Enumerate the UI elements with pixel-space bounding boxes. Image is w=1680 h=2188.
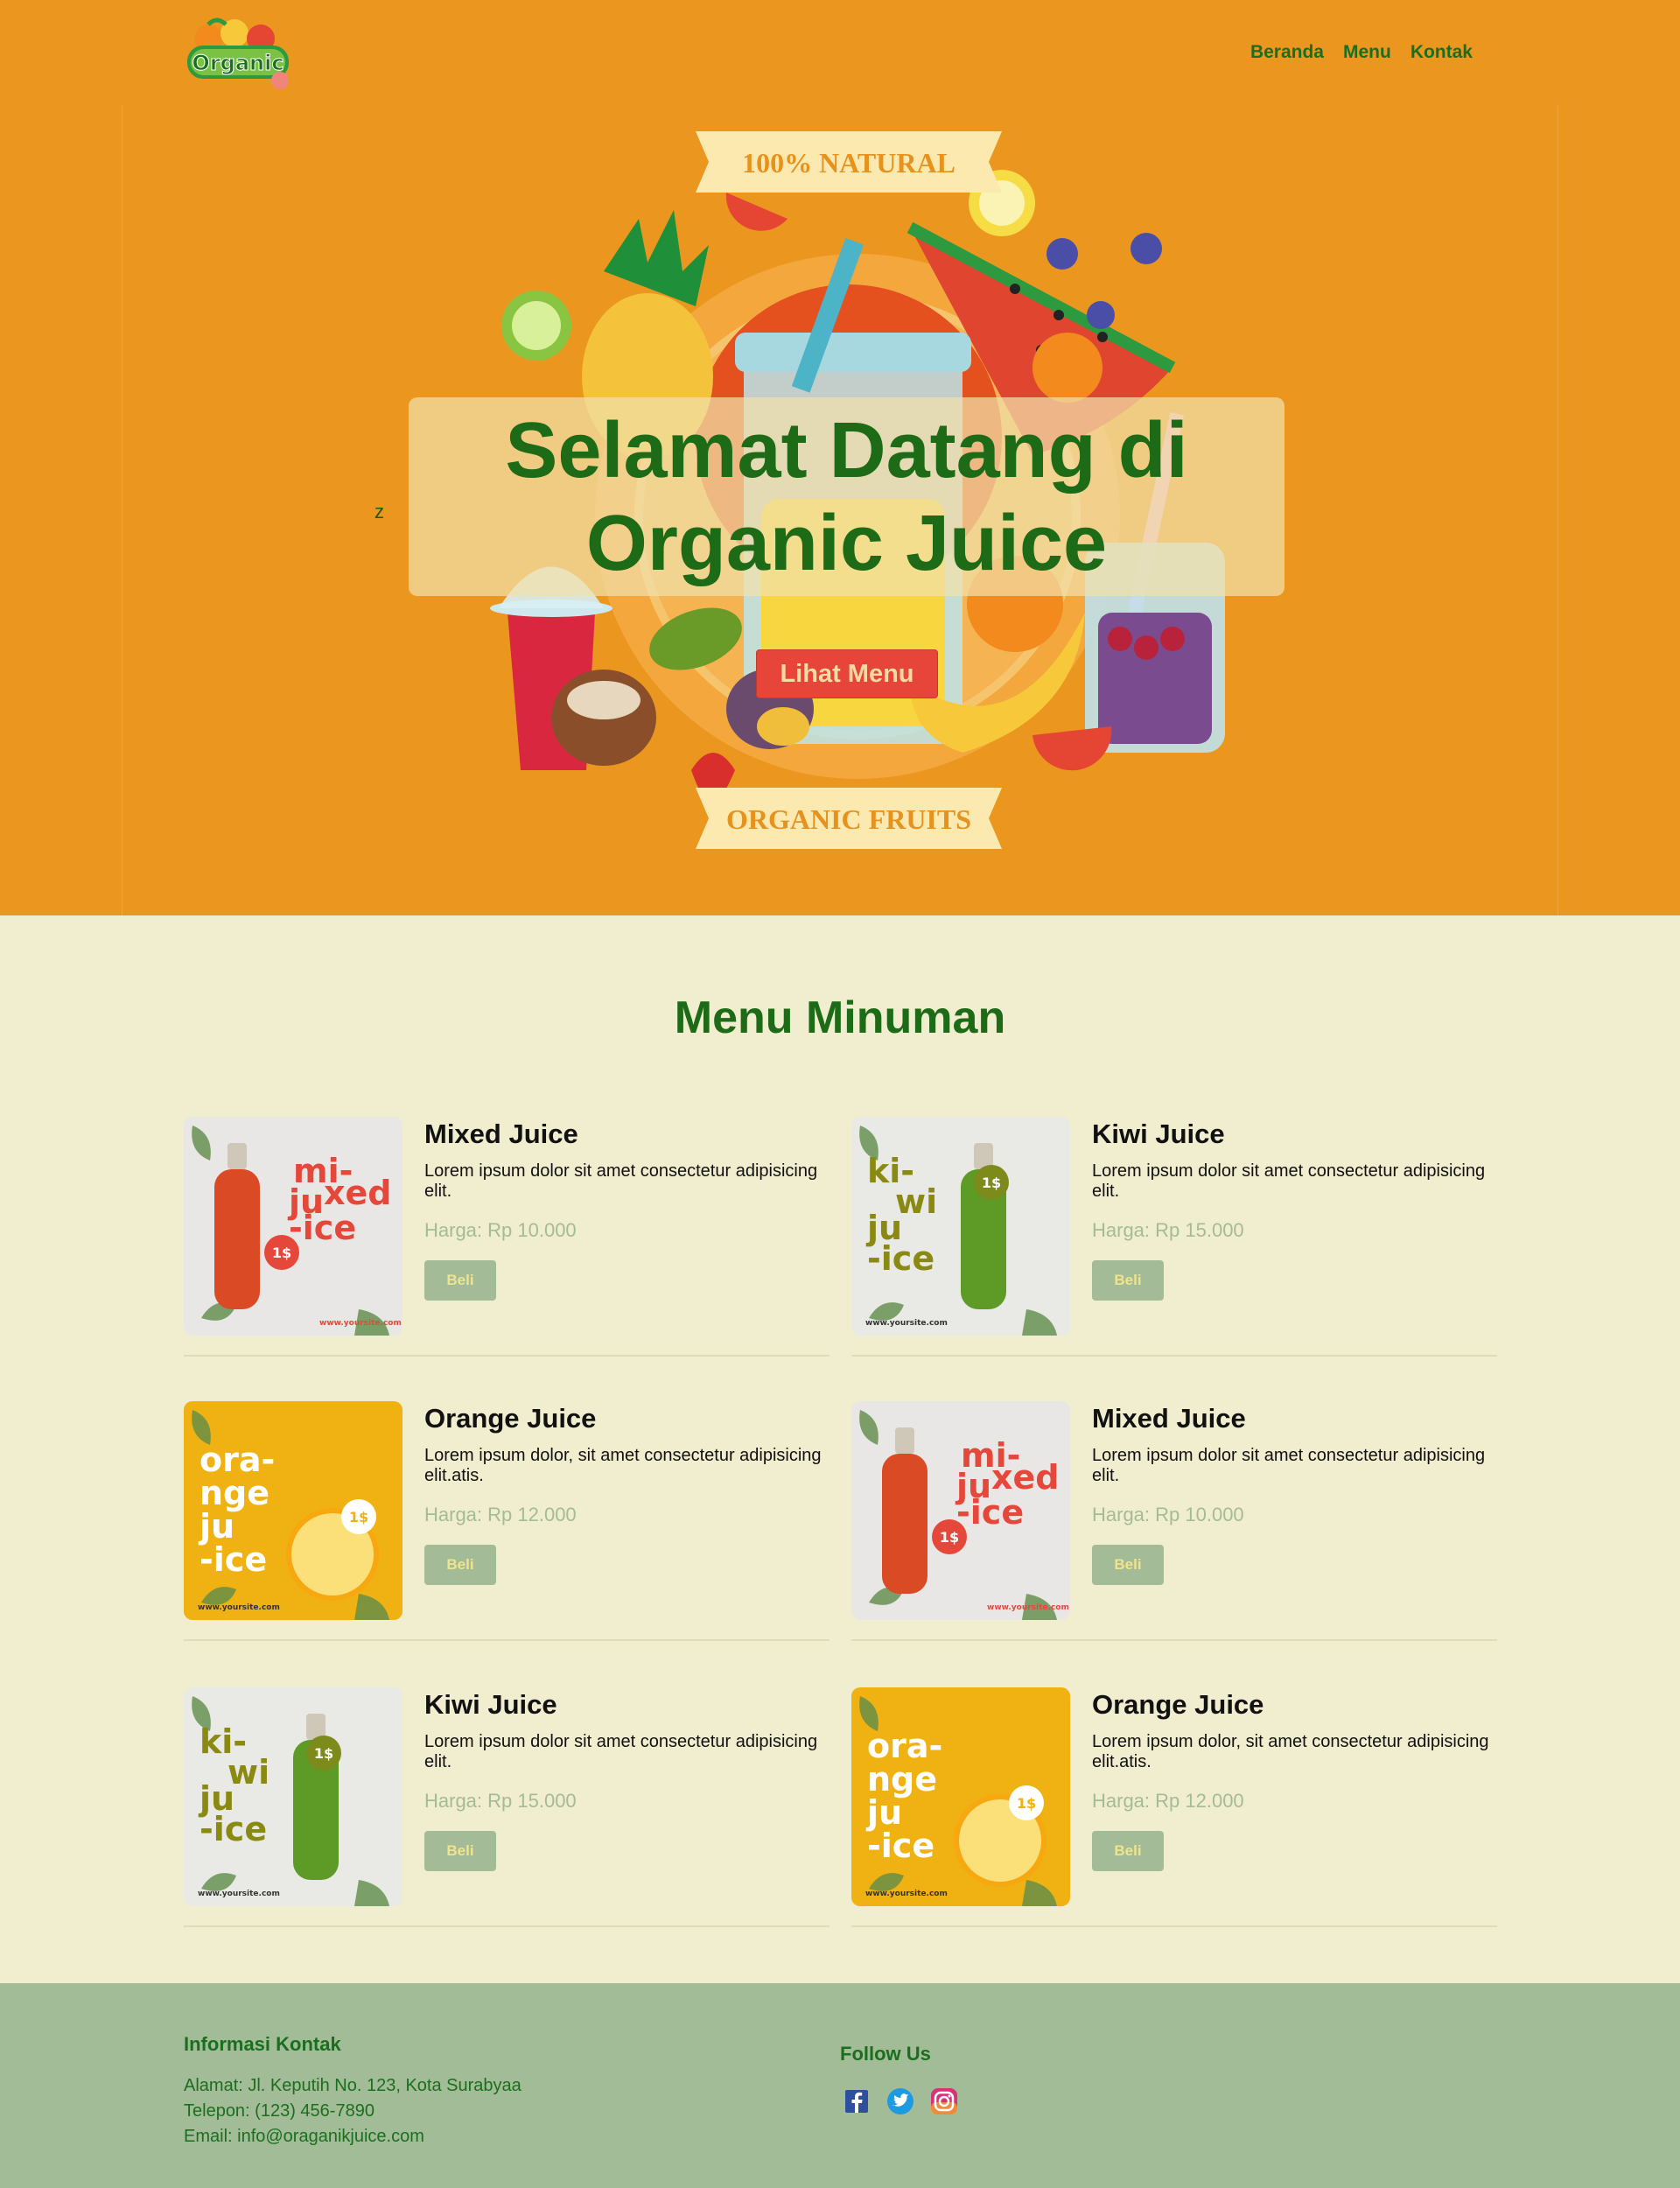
menu-item-name: Kiwi Juice (1092, 1119, 1225, 1149)
menu-item-image: mi-ju xed -ice 1$ www.yoursite.com (184, 1117, 402, 1336)
price-badge: 1$ (272, 1245, 291, 1261)
menu-item-info: Mixed Juice Lorem ipsum dolor sit amet co… (424, 1117, 830, 1301)
menu-item-price: Harga: Rp 10.000 (1092, 1504, 1244, 1525)
menu-item-info: Orange Juice Lorem ipsum dolor, sit amet … (424, 1401, 830, 1585)
menu-item-price: Harga: Rp 15.000 (1092, 1219, 1244, 1241)
menu-item-name: Kiwi Juice (424, 1689, 557, 1720)
beli-button[interactable]: Beli (424, 1545, 496, 1585)
menu-card: ora-nge ju -ice 1$ www.yoursite.com Orange Ju… (184, 1401, 830, 1641)
beli-button[interactable]: Beli (1092, 1260, 1164, 1301)
price-badge: 1$ (314, 1745, 333, 1762)
beli-button[interactable]: Beli (1092, 1545, 1164, 1585)
thumb-line-4: -ice (956, 1493, 1024, 1532)
beli-button[interactable]: Beli (424, 1260, 496, 1301)
thumb-line-4: -ice (867, 1827, 934, 1865)
menu-item-price: Harga: Rp 10.000 (424, 1219, 577, 1241)
menu-item-desc: Lorem ipsum dolor, sit amet consectetur … (1092, 1732, 1489, 1771)
menu-item-desc: Lorem ipsum dolor sit amet consectetur a… (1092, 1161, 1486, 1201)
menu-item-price: Harga: Rp 15.000 (424, 1790, 577, 1812)
twitter-icon[interactable] (884, 2085, 917, 2118)
social-links (840, 2085, 961, 2118)
beli-button[interactable]: Beli (424, 1831, 496, 1871)
thumb-site: www.yoursite.com (987, 1603, 1069, 1612)
menu-section-title: Menu Minuman (674, 992, 1006, 1043)
menu-item-image: ki-wi ju -ice 1$ www.yoursite.com (851, 1117, 1070, 1336)
menu-item-info: Kiwi Juice Lorem ipsum dolor sit amet con… (1092, 1117, 1497, 1301)
menu-item-image: ki-wi ju -ice 1$ www.yoursite.com (184, 1687, 402, 1906)
thumb-site: www.yoursite.com (198, 1890, 280, 1898)
footer: Informasi Kontak Alamat: Jl. Keputih No.… (0, 1983, 1680, 2188)
menu-item-name: Orange Juice (1092, 1689, 1264, 1720)
logo-text: Organic (192, 51, 284, 75)
hero-title: Selamat Datang di Organic Juice (505, 406, 1188, 587)
price-badge: 1$ (349, 1509, 368, 1525)
menu-item-desc: Lorem ipsum dolor, sit amet consectetur … (424, 1446, 822, 1485)
hero-section: 100% NATURAL ORGANIC FRUITS Organic Bera… (0, 0, 1680, 915)
banner-bottom-text: ORGANIC FRUITS (726, 803, 971, 835)
menu-item-desc: Lorem ipsum dolor sit amet consectetur a… (1092, 1446, 1486, 1485)
price-badge: 1$ (1017, 1795, 1036, 1812)
main-nav: Beranda Menu Kontak (1250, 42, 1473, 63)
menu-card: ora-nge ju -ice 1$ www.yoursite.com Orange Ju… (851, 1687, 1497, 1927)
menu-item-price: Harga: Rp 12.000 (1092, 1790, 1244, 1812)
menu-card: mi-ju xed -ice 1$ www.yoursite.com Mixed Juic… (184, 1117, 830, 1357)
thumb-site: www.yoursite.com (865, 1890, 948, 1898)
stray-character: z (374, 501, 384, 522)
navbar: Organic Beranda Menu Kontak (0, 0, 1680, 96)
thumb-line-4: -ice (867, 1239, 934, 1278)
menu-item-name: Mixed Juice (1092, 1403, 1246, 1434)
menu-item-image: mi-ju xed -ice 1$ www.yoursite.com (851, 1401, 1070, 1620)
menu-item-image: ora-nge ju -ice 1$ www.yoursite.com (184, 1401, 402, 1620)
thumb-line-4: -ice (200, 1810, 267, 1848)
price-badge: 1$ (982, 1175, 1001, 1191)
contact-phone: Telepon: (123) 456-7890 (184, 2101, 374, 2121)
menu-item-desc: Lorem ipsum dolor sit amet consectetur a… (424, 1161, 818, 1201)
lihat-menu-button[interactable]: Lihat Menu (756, 649, 938, 698)
menu-item-info: Kiwi Juice Lorem ipsum dolor sit amet con… (424, 1687, 830, 1871)
thumb-line-3: xed (991, 1458, 1059, 1497)
organic-logo[interactable]: Organic (182, 14, 294, 91)
beli-button[interactable]: Beli (1092, 1831, 1164, 1871)
menu-item-info: Mixed Juice Lorem ipsum dolor sit amet co… (1092, 1401, 1497, 1585)
thumb-line-4: -ice (200, 1540, 267, 1579)
nav-kontak[interactable]: Kontak (1410, 42, 1473, 63)
hero-title-card: Selamat Datang di Organic Juice (409, 397, 1284, 596)
menu-card: ki-wi ju -ice 1$ www.yoursite.com Kiwi Juice L… (851, 1117, 1497, 1357)
instagram-icon[interactable] (928, 2085, 961, 2118)
thumb-line-4: -ice (289, 1209, 356, 1247)
contact-address: Alamat: Jl. Keputih No. 123, Kota Suraby… (184, 2076, 522, 2095)
menu-card: ki-wi ju -ice 1$ www.yoursite.com Kiwi Juice L… (184, 1687, 830, 1927)
menu-card: mi-ju xed -ice 1$ www.yoursite.com Mixed Juic… (851, 1401, 1497, 1641)
thumb-line-3: xed (324, 1174, 391, 1212)
thumb-site: www.yoursite.com (319, 1319, 402, 1328)
menu-item-name: Mixed Juice (424, 1119, 578, 1149)
menu-item-image: ora-nge ju -ice 1$ www.yoursite.com (851, 1687, 1070, 1906)
menu-item-desc: Lorem ipsum dolor sit amet consectetur a… (424, 1732, 818, 1771)
nav-beranda[interactable]: Beranda (1250, 42, 1324, 63)
menu-item-info: Orange Juice Lorem ipsum dolor, sit amet … (1092, 1687, 1497, 1871)
facebook-icon[interactable] (840, 2085, 873, 2118)
price-badge: 1$ (940, 1529, 959, 1546)
contact-email[interactable]: Email: info@oraganikjuice.com (184, 2127, 424, 2147)
contact-title: Informasi Kontak (184, 2033, 341, 2055)
menu-item-name: Orange Juice (424, 1403, 597, 1434)
follow-title: Follow Us (840, 2043, 931, 2065)
nav-menu[interactable]: Menu (1343, 42, 1391, 63)
menu-item-price: Harga: Rp 12.000 (424, 1504, 577, 1525)
banner-top-text: 100% NATURAL (742, 147, 956, 179)
thumb-site: www.yoursite.com (865, 1319, 948, 1328)
thumb-site: www.yoursite.com (198, 1603, 280, 1612)
